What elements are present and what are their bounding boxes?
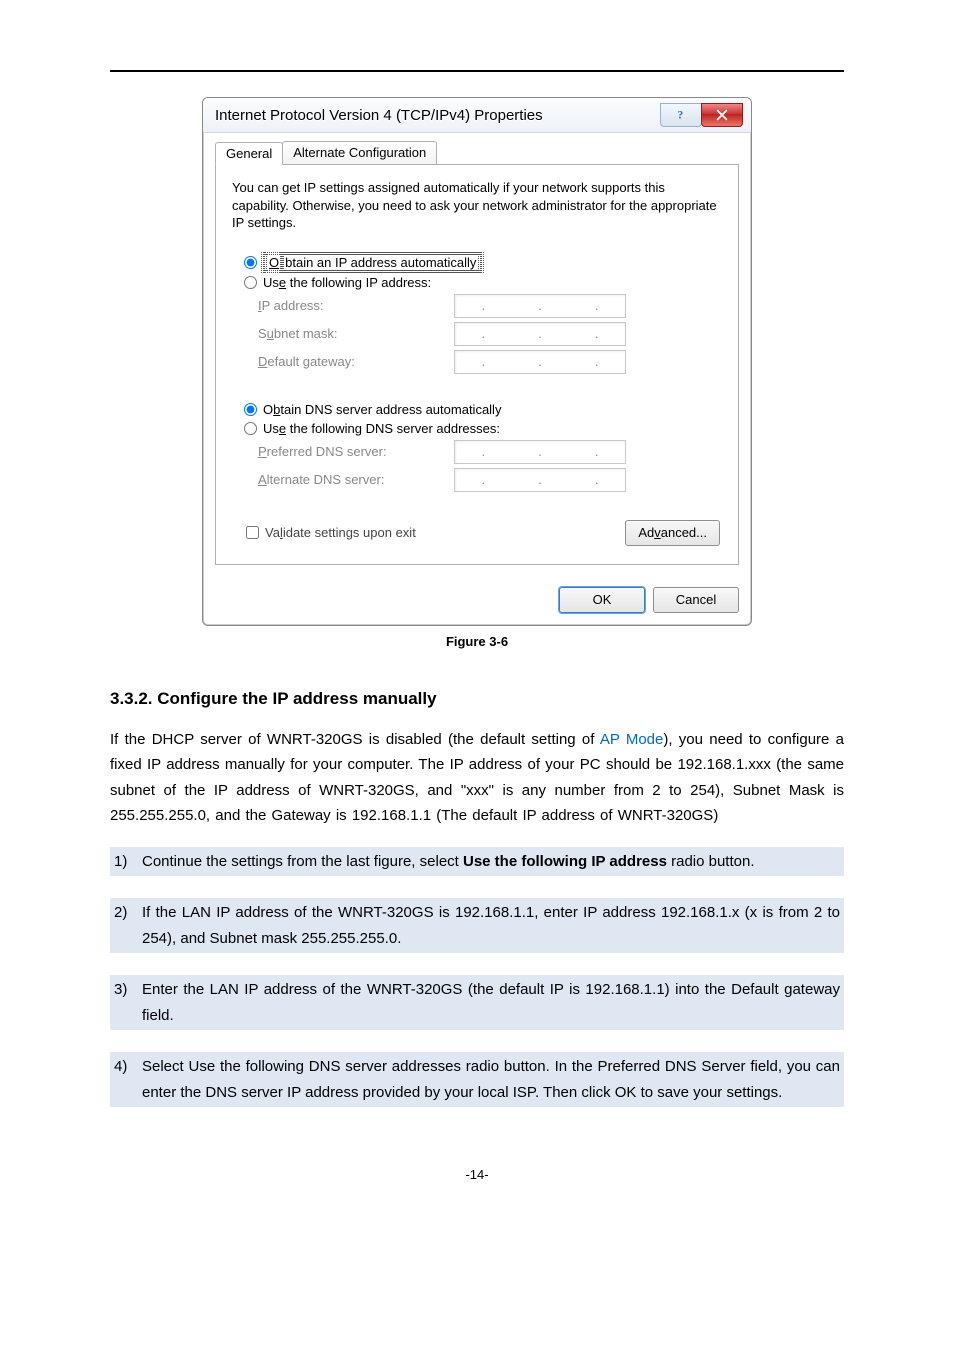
ipv4-properties-dialog: Internet Protocol Version 4 (TCP/IPv4) P… <box>202 97 752 626</box>
validate-checkbox[interactable] <box>246 526 259 539</box>
figure-caption: Figure 3-6 <box>110 634 844 649</box>
cancel-button[interactable]: Cancel <box>653 587 739 613</box>
radio-use-following-dns-input[interactable] <box>244 422 257 435</box>
svg-text:?: ? <box>678 109 684 121</box>
tab-alternate-configuration[interactable]: Alternate Configuration <box>282 141 437 164</box>
help-icon: ? <box>674 108 688 122</box>
step-3: 3) Enter the LAN IP address of the WNRT-… <box>110 975 844 1030</box>
radio-use-following-dns[interactable]: Use the following DNS server addresses: <box>244 421 710 436</box>
alternate-dns-input[interactable]: ... <box>454 468 626 492</box>
default-gateway-input[interactable]: ... <box>454 350 626 374</box>
header-rule <box>110 70 844 72</box>
radio-obtain-ip-auto-input[interactable] <box>244 256 257 269</box>
dialog-description: You can get IP settings assigned automat… <box>232 179 722 232</box>
step-2: 2) If the LAN IP address of the WNRT-320… <box>110 898 844 953</box>
section-heading: 3.3.2. Configure the IP address manually <box>110 689 844 709</box>
ip-group: Obtain an IP address automatically Use t… <box>232 246 722 388</box>
preferred-dns-input[interactable]: ... <box>454 440 626 464</box>
radio-use-following-ip-input[interactable] <box>244 276 257 289</box>
field-ip-address: IP address: ... <box>258 294 710 318</box>
ip-address-input[interactable]: ... <box>454 294 626 318</box>
intro-paragraph: If the DHCP server of WNRT-320GS is disa… <box>110 727 844 829</box>
field-alternate-dns: Alternate DNS server: ... <box>258 468 710 492</box>
ok-button[interactable]: OK <box>559 587 645 613</box>
tab-general[interactable]: General <box>215 142 283 165</box>
advanced-button[interactable]: Advanced... <box>625 520 720 546</box>
tabs: General Alternate Configuration <box>215 141 739 165</box>
close-icon <box>715 108 729 122</box>
validate-checkbox-row[interactable]: Validate settings upon exit <box>246 525 416 540</box>
radio-obtain-ip-auto[interactable]: Obtain an IP address automatically <box>244 254 710 271</box>
dialog-footer: OK Cancel <box>203 577 751 625</box>
page-number: -14- <box>110 1167 844 1182</box>
radio-use-following-ip[interactable]: Use the following IP address: <box>244 275 710 290</box>
radio-obtain-dns-auto[interactable]: Obtain DNS server address automatically <box>244 402 710 417</box>
field-default-gateway: Default gateway: ... <box>258 350 710 374</box>
tab-general-content: You can get IP settings assigned automat… <box>215 165 739 565</box>
close-button[interactable] <box>701 103 743 127</box>
field-subnet-mask: Subnet mask: ... <box>258 322 710 346</box>
help-button[interactable]: ? <box>660 103 702 127</box>
field-preferred-dns: Preferred DNS server: ... <box>258 440 710 464</box>
radio-obtain-dns-auto-input[interactable] <box>244 403 257 416</box>
dns-group: Obtain DNS server address automatically … <box>232 394 722 506</box>
subnet-mask-input[interactable]: ... <box>454 322 626 346</box>
dialog-title: Internet Protocol Version 4 (TCP/IPv4) P… <box>215 107 660 124</box>
step-1: 1) Continue the settings from the last f… <box>110 847 844 877</box>
dialog-titlebar: Internet Protocol Version 4 (TCP/IPv4) P… <box>203 98 751 133</box>
step-4: 4) Select Use the following DNS server a… <box>110 1052 844 1107</box>
ap-mode-link[interactable]: AP Mode <box>600 731 664 748</box>
